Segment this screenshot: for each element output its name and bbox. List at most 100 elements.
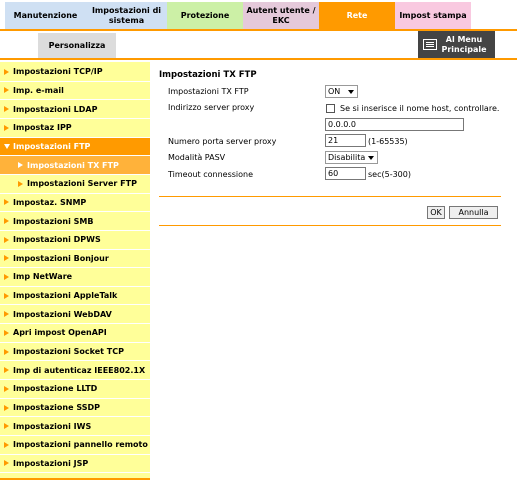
tab-label: Impostazioni di sistema: [91, 5, 162, 25]
main-menu-button[interactable]: Al Menu Principale: [418, 31, 495, 58]
timeout-input[interactable]: 60: [325, 167, 366, 180]
tx-ftp-select[interactable]: ON: [325, 85, 358, 98]
sidebar-item[interactable]: Impostazioni DPWS: [0, 231, 150, 250]
sidebar-item[interactable]: Impostazioni JSP: [0, 455, 150, 474]
sidebar-item[interactable]: Impostazioni FTP: [0, 137, 150, 157]
proxy-checkbox-label: Se si inserisce il nome host, controllar…: [340, 104, 500, 113]
sidebar-item-label: Impostazione LLTD: [13, 384, 98, 394]
sidebar-item[interactable]: Impostazioni TX FTP: [0, 156, 150, 175]
sidebar-item[interactable]: Impostazioni WebDAV: [0, 305, 150, 325]
chevron-down-icon: [368, 155, 374, 160]
chevron-down-icon: [348, 89, 354, 94]
sidebar-item[interactable]: Impostazione SSDP: [0, 399, 150, 418]
page-title: Impostazioni TX FTP: [159, 70, 257, 80]
sidebar-item[interactable]: Impostazioni pannello remoto: [0, 436, 150, 455]
sidebar-item-label: Impostazioni Socket TCP: [13, 347, 124, 357]
timeout-value: 60: [328, 169, 339, 178]
sidebar-item-label: Impostazioni JSP: [13, 458, 89, 468]
sidebar-item-label: Impostazioni pannello remoto: [13, 440, 148, 450]
tab-label: Protezione: [180, 10, 230, 20]
sidebar-item-label: Imp. e-mail: [13, 85, 64, 95]
sidebar-item-label: Impostazioni WebDAV: [13, 309, 112, 319]
proxy-port-input[interactable]: 21: [325, 134, 366, 147]
pasv-value: Disabilita: [328, 153, 366, 162]
sidebar-item[interactable]: Apri impost OpenAPI: [0, 324, 150, 343]
sidebar-item[interactable]: Impostazioni Bonjour: [0, 250, 150, 269]
main-menu-label: Al Menu Principale: [441, 34, 487, 54]
caret-right-icon: [18, 180, 23, 187]
sidebar-item-label: Impostazioni AppleTalk: [13, 291, 118, 301]
sidebar-item[interactable]: Impostazioni Socket TCP: [0, 343, 150, 362]
sidebar-item-label: Impostazioni DPWS: [13, 235, 101, 245]
timeout-label: Timeout connessione: [168, 170, 254, 179]
proxy-address-input[interactable]: 0.0.0.0: [325, 118, 464, 131]
caret-right-icon: [4, 441, 9, 448]
header-divider: [0, 58, 517, 60]
caret-right-icon: [4, 292, 9, 299]
sidebar-item-label: Impostaz IPP: [13, 123, 72, 133]
tab-personalizza[interactable]: Personalizza: [38, 33, 116, 58]
tab-label: Rete: [346, 10, 368, 20]
tab-protezione[interactable]: Protezione: [167, 2, 243, 29]
proxy-label: Indirizzo server proxy: [168, 103, 255, 112]
sidebar-item[interactable]: Impostazioni SMB: [0, 212, 150, 231]
sidebar-item[interactable]: Impostazioni TCP/IP: [0, 63, 150, 82]
tab-impostazioni-sistema[interactable]: Impostazioni di sistema: [86, 2, 167, 29]
tab-rete[interactable]: Rete: [319, 2, 395, 29]
sidebar-item-label: Imp NetWare: [13, 272, 73, 282]
sidebar-item-label: Impostazioni LDAP: [13, 104, 98, 114]
caret-right-icon: [4, 106, 9, 113]
footer-divider: [159, 225, 501, 226]
sidebar-item[interactable]: Impostazioni Server FTP: [0, 174, 150, 194]
tx-ftp-value: ON: [328, 87, 341, 96]
proxy-hostname-checkbox[interactable]: [326, 104, 335, 113]
sidebar-item[interactable]: Impostazione LLTD: [0, 380, 150, 399]
sidebar-item[interactable]: Impostaz IPP: [0, 119, 150, 138]
sidebar-item[interactable]: Imp NetWare: [0, 268, 150, 287]
sidebar-item-label: Imp di autenticaz IEEE802.1X: [13, 365, 146, 375]
tab-autent-utente[interactable]: Autent utente / EKC: [243, 2, 319, 29]
sidebar-item[interactable]: Impostazioni IWS: [0, 417, 150, 437]
form-divider: [159, 196, 501, 197]
sidebar-item-label: Impostazione SSDP: [13, 403, 100, 413]
caret-right-icon: [4, 255, 9, 262]
tab-label: Impost stampa: [399, 10, 467, 20]
caret-right-icon: [4, 68, 9, 75]
caret-right-icon: [4, 385, 9, 392]
sidebar-item[interactable]: Imp di autenticaz IEEE802.1X: [0, 361, 150, 381]
sidebar-item[interactable]: Impostazioni LDAP: [0, 100, 150, 119]
tx-ftp-label: Impostazioni TX FTP: [168, 87, 249, 96]
caret-right-icon: [4, 404, 9, 411]
tab-manutenzione[interactable]: Manutenzione: [5, 2, 86, 29]
sidebar-item[interactable]: Impostaz. SNMP: [0, 194, 150, 213]
sidebar-item-label: Impostazioni TCP/IP: [13, 67, 103, 77]
sidebar-item[interactable]: Imp. e-mail: [0, 82, 150, 101]
caret-right-icon: [4, 199, 9, 206]
sidebar-item-label: Impostaz. SNMP: [13, 197, 87, 207]
sidebar-item-label: Apri impost OpenAPI: [13, 328, 107, 338]
caret-right-icon: [4, 311, 9, 318]
proxy-port-value: 21: [328, 136, 339, 145]
sidebar-bottom-line: [0, 478, 150, 480]
cancel-button[interactable]: Annulla: [449, 206, 498, 219]
tab-label: Personalizza: [48, 40, 106, 50]
caret-right-icon: [4, 460, 9, 467]
pasv-select[interactable]: Disabilita: [325, 151, 378, 164]
caret-right-icon: [4, 124, 9, 131]
proxy-address-value: 0.0.0.0: [328, 120, 356, 129]
sidebar-item-label: Impostazioni Bonjour: [13, 253, 109, 263]
caret-right-icon: [18, 162, 23, 169]
pasv-label: Modalità PASV: [168, 153, 226, 162]
caret-right-icon: [4, 348, 9, 355]
caret-right-icon: [4, 87, 9, 94]
sidebar-item-label: Impostazioni Server FTP: [27, 179, 137, 189]
caret-right-icon: [4, 367, 9, 374]
ok-button[interactable]: OK: [427, 206, 445, 219]
caret-right-icon: [4, 423, 9, 430]
sidebar-item[interactable]: Impostazioni AppleTalk: [0, 287, 150, 306]
caret-right-icon: [4, 329, 9, 336]
tab-impost-stampa[interactable]: Impost stampa: [395, 2, 471, 29]
port-hint: (1-65535): [368, 137, 408, 146]
menu-icon: [423, 39, 437, 50]
tab-label: Manutenzione: [13, 10, 78, 20]
